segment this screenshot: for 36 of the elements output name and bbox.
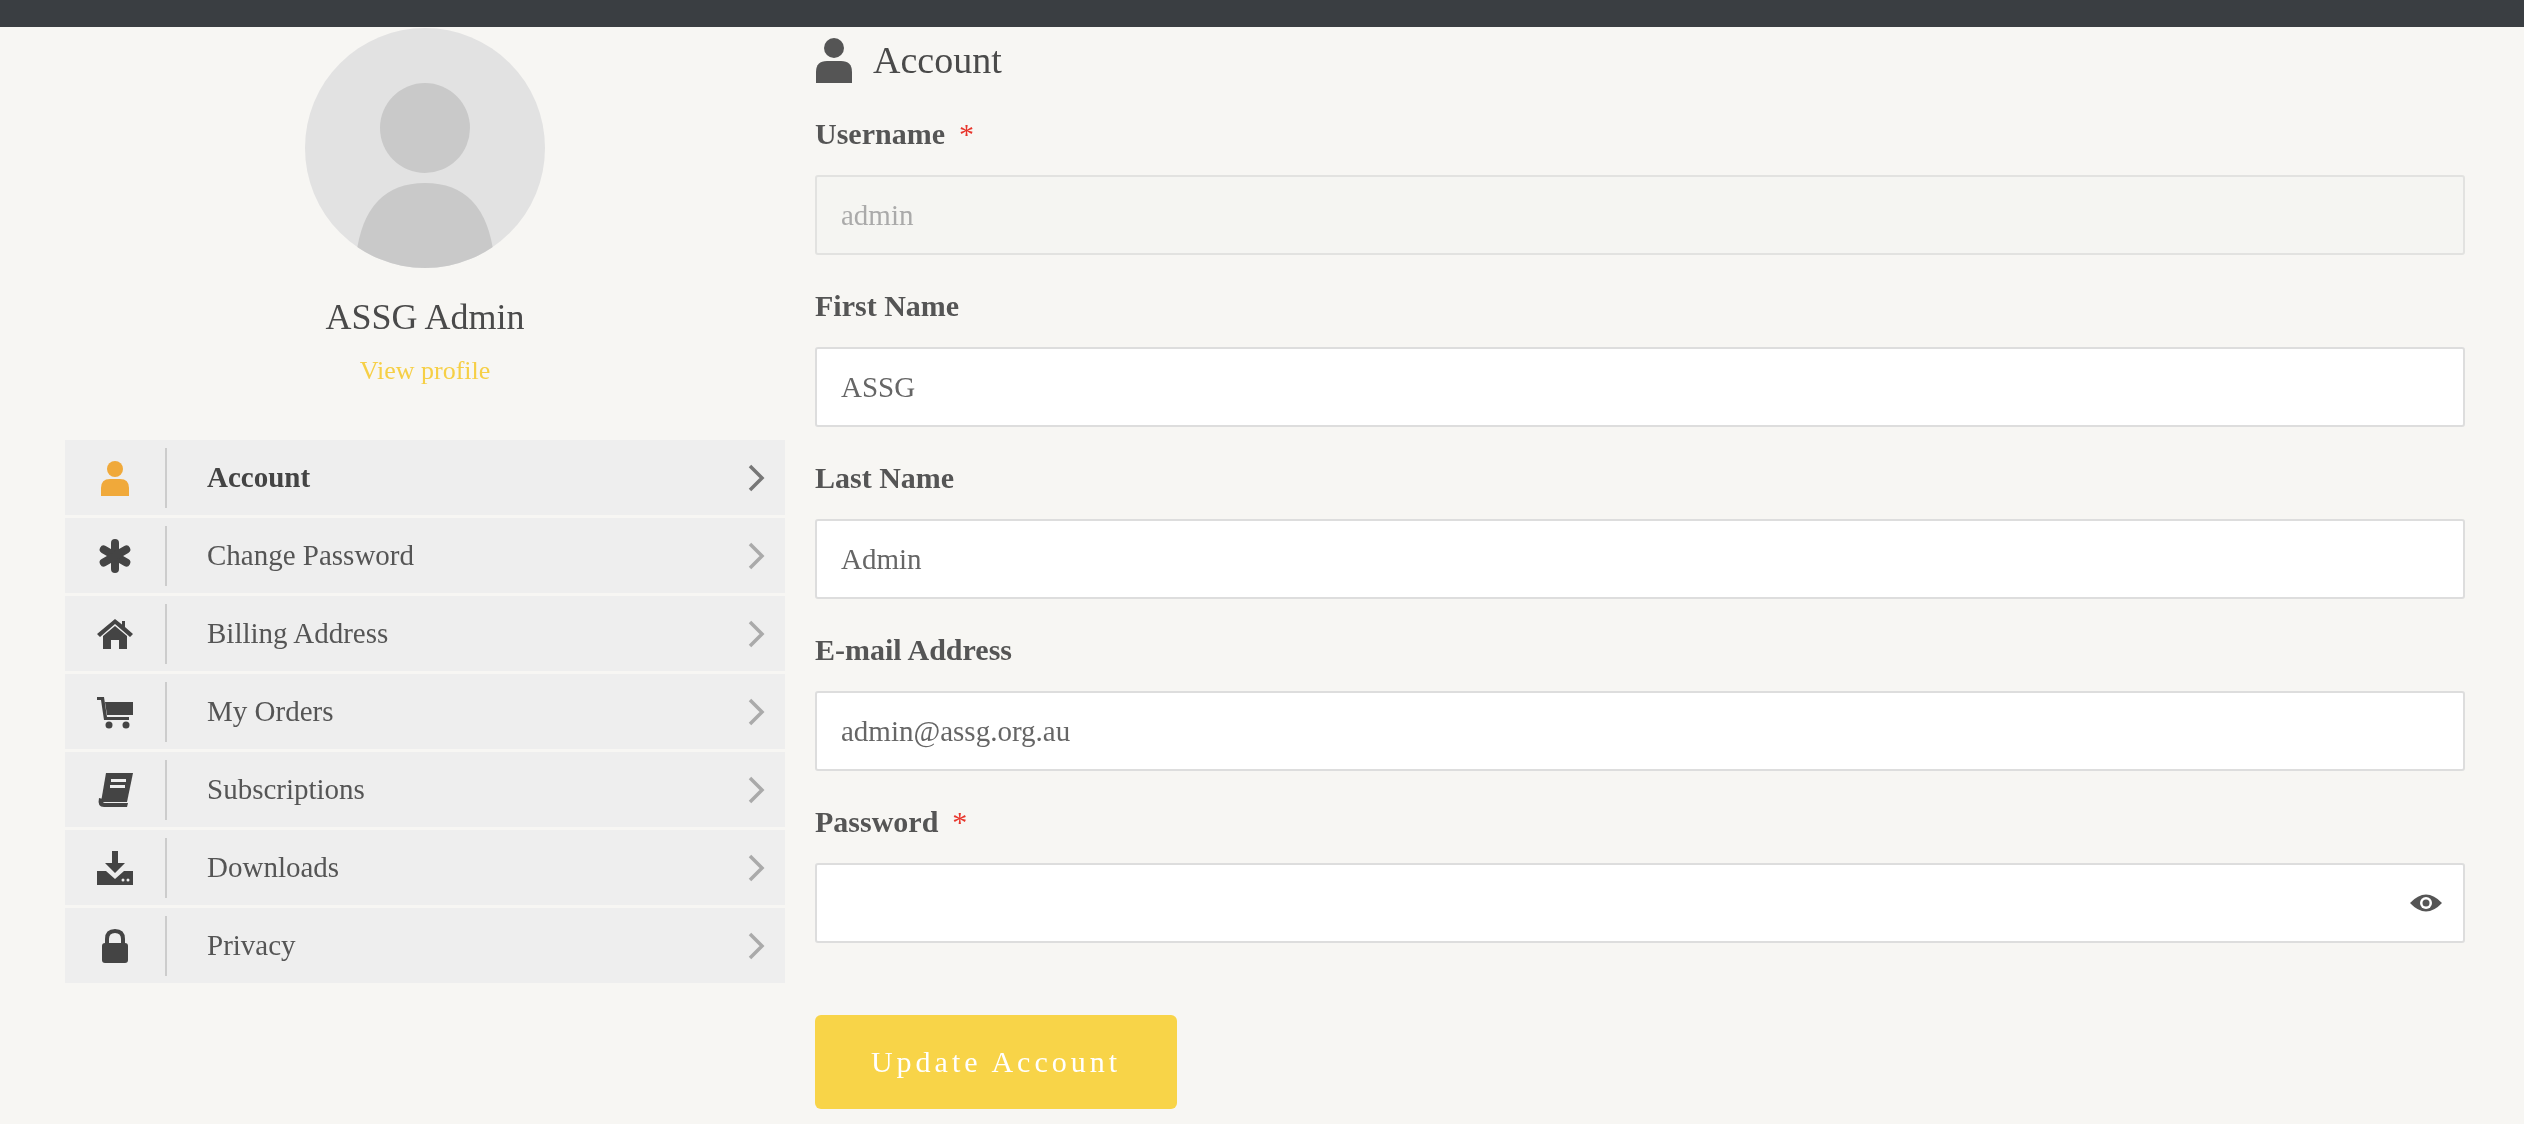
sidebar-item[interactable]: My Orders [65,674,785,749]
user-icon [100,459,130,496]
profile-name: ASSG Admin [325,296,525,338]
field-label: Last Name [815,461,955,495]
sidebar-item[interactable]: Downloads [65,830,785,905]
sidebar-item[interactable]: Billing Address [65,596,785,671]
lock-icon [101,928,129,963]
house-icon [96,617,134,650]
cart-icon [96,694,134,729]
field-label: Password [815,805,939,839]
field-label: First Name [815,289,960,323]
section-heading: Account [873,38,1002,82]
chevron-icon [747,618,765,649]
download-icon [96,849,134,886]
input-field[interactable]: ASSG [815,347,2465,427]
user-icon [815,37,853,83]
sidebar-item[interactable]: Change Password [65,518,785,593]
sidebar-item[interactable]: Privacy [65,908,785,983]
book-icon [96,771,134,808]
required-mark: * [958,117,974,151]
eye-icon[interactable] [2409,892,2443,914]
chevron-icon [747,774,765,805]
input-field[interactable]: Admin [815,519,2465,599]
chevron-icon [747,696,765,727]
asterisk-icon [98,538,132,573]
chevron-icon [747,930,765,961]
input-field[interactable] [815,863,2465,943]
field-label: Username [815,117,945,151]
chevron-icon [747,540,765,571]
sidebar-item[interactable]: Account [65,440,785,515]
sidebar-item[interactable]: Subscriptions [65,752,785,827]
chevron-icon [747,462,765,493]
field-label: E-mail Address [815,633,1012,667]
input-field[interactable]: admin@assg.org.au [815,691,2465,771]
required-mark: * [952,805,968,839]
chevron-icon [747,852,765,883]
